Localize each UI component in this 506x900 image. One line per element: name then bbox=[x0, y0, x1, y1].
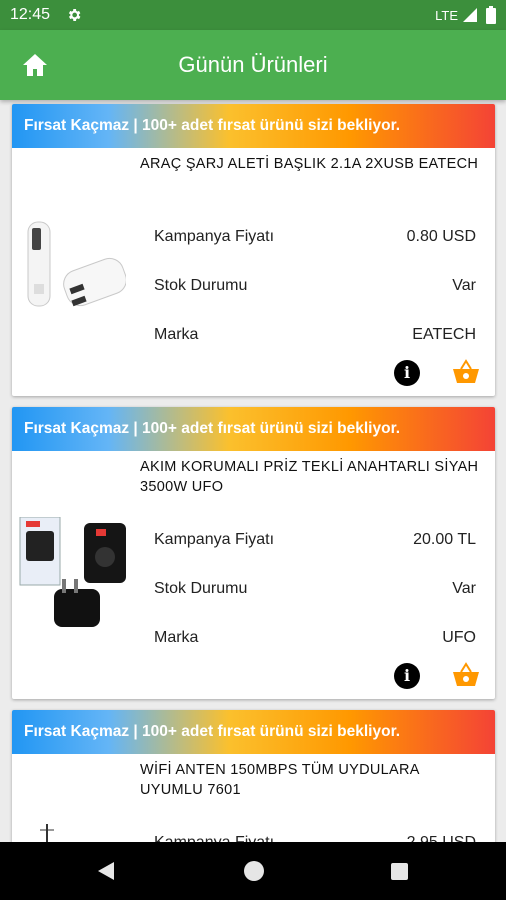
status-time: 12:45 bbox=[10, 6, 51, 23]
info-icon[interactable]: i bbox=[394, 360, 420, 386]
stock-value: Var bbox=[452, 580, 476, 597]
promo-banner: Fırsat Kaçmaz | 100+ adet fırsat ürünü s… bbox=[12, 104, 495, 148]
network-type: LTE bbox=[435, 8, 458, 23]
status-bar: 12:45 LTE bbox=[0, 0, 506, 30]
app-bar: Günün Ürünleri bbox=[0, 30, 506, 100]
product-card[interactable]: Fırsat Kaçmaz | 100+ adet fırsat ürünü s… bbox=[12, 407, 495, 699]
product-image bbox=[19, 517, 126, 627]
price-label: Kampanya Fiyatı bbox=[154, 834, 274, 842]
product-list[interactable]: Fırsat Kaçmaz | 100+ adet fırsat ürünü s… bbox=[0, 100, 506, 842]
price-label: Kampanya Fiyatı bbox=[154, 531, 275, 548]
promo-banner: Fırsat Kaçmaz | 100+ adet fırsat ürünü s… bbox=[12, 407, 495, 451]
product-card[interactable]: Fırsat Kaçmaz | 100+ adet fırsat ürünü s… bbox=[12, 104, 495, 396]
back-icon[interactable] bbox=[96, 861, 116, 881]
product-card[interactable]: Fırsat Kaçmaz | 100+ adet fırsat ürünü s… bbox=[12, 710, 495, 842]
brand-value: EATECH bbox=[412, 326, 476, 343]
product-image bbox=[40, 824, 54, 842]
brand-label: Marka bbox=[154, 629, 199, 646]
product-image bbox=[27, 221, 126, 307]
nav-home-icon[interactable] bbox=[244, 861, 264, 881]
battery-icon bbox=[486, 6, 496, 24]
price-value: 20.00 TL bbox=[413, 531, 476, 548]
product-name: ARAÇ ŞARJ ALETİ BAŞLIK 2.1A 2XUSB EATECH bbox=[140, 156, 479, 172]
info-icon[interactable]: i bbox=[394, 663, 420, 689]
stock-value: Var bbox=[452, 277, 476, 294]
brand-value: UFO bbox=[442, 629, 476, 646]
gear-icon bbox=[68, 9, 81, 21]
stock-label: Stok Durumu bbox=[154, 580, 248, 597]
promo-banner: Fırsat Kaçmaz | 100+ adet fırsat ürünü s… bbox=[12, 710, 495, 754]
system-nav-bar bbox=[0, 842, 506, 900]
stock-label: Stok Durumu bbox=[154, 277, 248, 294]
product-name: WİFİ ANTEN 150MBPS TÜM UYDULARA UYUMLU 7… bbox=[140, 762, 419, 798]
basket-icon[interactable] bbox=[452, 661, 480, 689]
brand-label: Marka bbox=[154, 326, 199, 343]
price-value: 2.95 USD bbox=[407, 834, 476, 842]
recents-icon[interactable] bbox=[391, 863, 408, 880]
price-label: Kampanya Fiyatı bbox=[154, 228, 275, 245]
price-value: 0.80 USD bbox=[406, 228, 476, 245]
signal-icon bbox=[463, 8, 477, 22]
page-title: Günün Ürünleri bbox=[178, 52, 328, 77]
product-name: AKIM KORUMALI PRİZ TEKLİ ANAHTARLI SİYAH… bbox=[140, 459, 479, 495]
basket-icon[interactable] bbox=[452, 358, 480, 386]
